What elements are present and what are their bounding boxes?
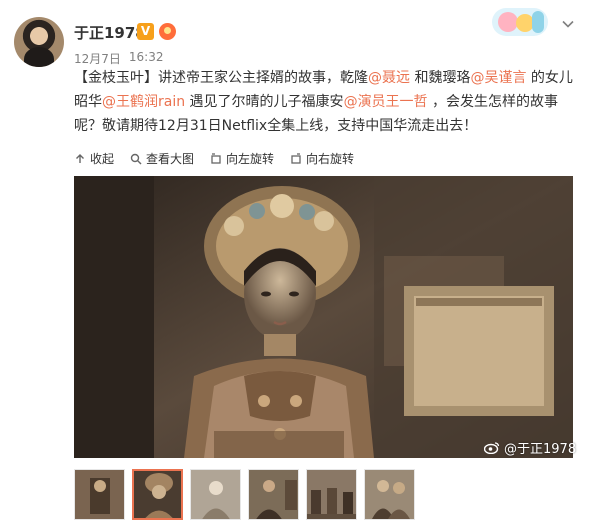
username[interactable]: 于正1978 xyxy=(74,22,146,43)
search-icon xyxy=(130,153,142,164)
weibo-logo-icon xyxy=(484,442,500,454)
rotate-right-label: 向右旋转 xyxy=(306,152,355,166)
rotate-left-icon xyxy=(211,152,221,164)
collapse-button[interactable]: 收起 xyxy=(74,150,114,167)
mention-link[interactable]: @聂远 xyxy=(368,70,410,86)
thumbnail-selected[interactable] xyxy=(132,469,183,520)
post-time[interactable]: 16:32 xyxy=(129,50,164,67)
post-date[interactable]: 12月7日 xyxy=(74,50,121,67)
thumbnail[interactable] xyxy=(364,469,415,520)
watermark-text: @于正1978 xyxy=(504,442,577,457)
rotate-right-icon xyxy=(291,152,301,164)
thumbnail[interactable] xyxy=(306,469,357,520)
image-watermark: @于正1978 xyxy=(484,438,576,457)
image-toolbar: 收起 查看大图 向左旋转 向右旋转 xyxy=(74,150,354,167)
thumbnail[interactable] xyxy=(248,469,299,520)
mention-link[interactable]: @吴谨言 xyxy=(470,70,526,86)
thumbnail-strip xyxy=(74,469,415,520)
collapse-label: 收起 xyxy=(90,152,115,166)
mention-link[interactable]: @王鹤润rain xyxy=(102,94,185,110)
rotate-left-button[interactable]: 向左旋转 xyxy=(210,150,274,167)
photo-content xyxy=(74,176,573,458)
text-segment: 和魏璎珞 xyxy=(410,70,471,86)
thumbnail[interactable] xyxy=(190,469,241,520)
post-text: 【金枝玉叶】讲述帝王家公主择婿的故事，乾隆@聂远 和魏璎珞@吴谨言 的女儿昭华@… xyxy=(74,66,574,138)
rotate-left-label: 向左旋转 xyxy=(226,152,275,166)
view-large-label: 查看大图 xyxy=(146,152,195,166)
post-meta: 12月7日 16:32 xyxy=(74,50,164,67)
mention-link[interactable]: @演员王一哲 xyxy=(344,94,428,110)
arrow-up-icon xyxy=(76,153,84,163)
thumbnail[interactable] xyxy=(74,469,125,520)
sticker-image xyxy=(492,8,548,36)
main-photo[interactable] xyxy=(74,176,573,458)
view-large-button[interactable]: 查看大图 xyxy=(130,150,194,167)
text-segment: 【金枝玉叶】讲述帝王家公主择婿的故事，乾隆 xyxy=(74,70,368,86)
rotate-right-button[interactable]: 向右旋转 xyxy=(290,150,354,167)
medal-icon xyxy=(159,23,176,40)
text-segment: 遇见了尔晴的儿子福康安 xyxy=(185,94,344,110)
chevron-down-icon[interactable] xyxy=(561,17,575,31)
avatar[interactable] xyxy=(14,17,64,67)
verified-badge: V xyxy=(137,23,154,40)
